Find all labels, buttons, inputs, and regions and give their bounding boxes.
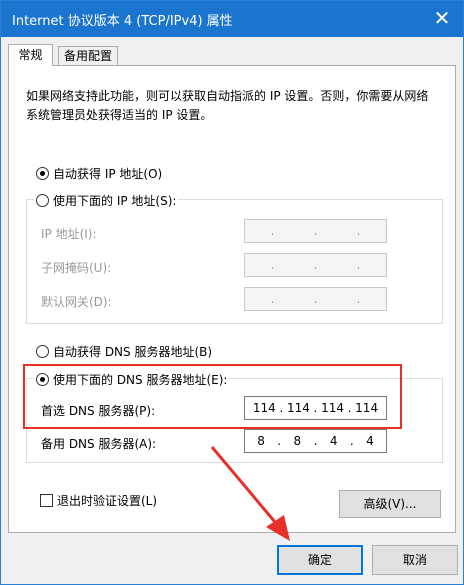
close-icon[interactable]: ✕ (428, 5, 456, 31)
subnet-mask-field[interactable]: . . . (244, 253, 387, 277)
ip-dot: . (270, 258, 275, 272)
ip-dot: . (270, 292, 275, 306)
auto-dns-label: 自动获得 DNS 服务器地址(B) (53, 345, 213, 359)
dns-dot: . (313, 434, 318, 448)
radio-selected-icon (36, 167, 49, 180)
default-gateway-label: 默认网关(D): (41, 295, 112, 309)
advanced-button[interactable]: 高级(V)... (339, 490, 441, 518)
ok-button[interactable]: 确定 (277, 545, 363, 575)
auto-ip-radio[interactable]: 自动获得 IP 地址(O) (36, 165, 162, 182)
window-title: Internet 协议版本 4 (TCP/IPv4) 属性 (12, 14, 233, 29)
ip-address-field[interactable]: . . . (244, 219, 387, 243)
ip-dot: . (313, 292, 318, 306)
tab-alternate-config[interactable]: 备用配置 (58, 46, 118, 65)
description-text: 如果网络支持此功能，则可以获取自动指派的 IP 设置。否则，你需要从网络系统管理… (26, 89, 429, 122)
checkbox-icon (40, 494, 53, 507)
alternate-dns-field[interactable]: 8 . 8 . 4 . 4 (244, 429, 387, 453)
tab-general[interactable]: 常规 (8, 44, 53, 66)
dns-octet: 4 (329, 434, 338, 448)
validate-on-exit-checkbox[interactable]: 退出时验证设置(L) (40, 492, 157, 509)
dns-octet: 4 (366, 434, 374, 448)
ip-dot: . (356, 292, 361, 306)
manual-ip-label: 使用下面的 IP 地址(S): (53, 194, 177, 208)
default-gateway-field[interactable]: . . . (244, 287, 387, 311)
auto-dns-radio[interactable]: 自动获得 DNS 服务器地址(B) (36, 343, 212, 360)
dns-octet: 8 (257, 434, 265, 448)
validate-on-exit-label: 退出时验证设置(L) (57, 494, 158, 508)
ip-address-label: IP 地址(I): (41, 227, 97, 241)
ip-dot: . (313, 258, 318, 272)
alternate-dns-label: 备用 DNS 服务器(A): (41, 437, 157, 451)
ip-dot: . (356, 224, 361, 238)
cancel-button[interactable]: 取消 (372, 545, 458, 575)
dns-dot: . (277, 434, 282, 448)
ip-dot: . (270, 224, 275, 238)
radio-unselected-icon (36, 194, 49, 207)
radio-unselected-icon (36, 345, 49, 358)
auto-ip-label: 自动获得 IP 地址(O) (53, 167, 163, 181)
ip-dot: . (356, 258, 361, 272)
highlight-box (23, 364, 402, 429)
ip-dot: . (313, 224, 318, 238)
dns-dot: . (349, 434, 354, 448)
manual-ip-radio[interactable]: 使用下面的 IP 地址(S): (34, 192, 179, 209)
subnet-mask-label: 子网掩码(U): (41, 261, 112, 275)
dns-octet: 8 (293, 434, 302, 448)
